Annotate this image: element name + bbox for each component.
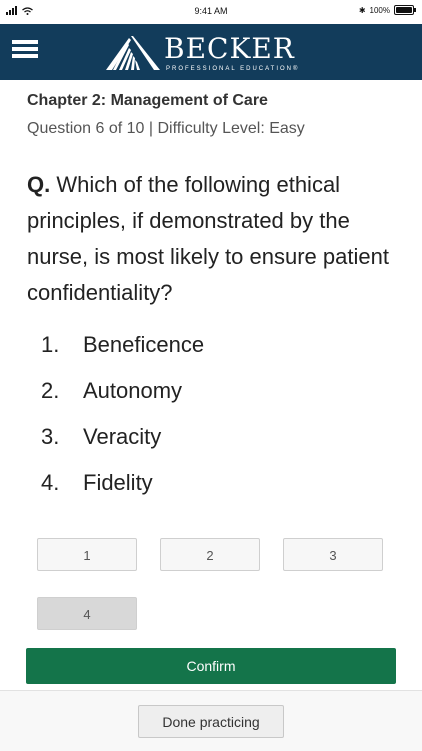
answer-list: 1. Beneficence 2. Autonomy 3. Veracity 4…: [41, 322, 204, 506]
choice-button-2[interactable]: 2: [160, 538, 260, 571]
answer-item: 3. Veracity: [41, 414, 204, 460]
answer-item: 2. Autonomy: [41, 368, 204, 414]
logo-mark-icon: [106, 36, 160, 70]
brand-name: BECKER: [164, 32, 295, 65]
battery-icon: [394, 5, 416, 15]
footer-bar: Done practicing: [0, 690, 422, 751]
bluetooth-icon: ✱: [358, 5, 366, 15]
answer-number: 4.: [41, 470, 60, 495]
question-body: Which of the following ethical principle…: [27, 172, 389, 305]
answer-text: Autonomy: [83, 378, 183, 403]
done-practicing-button[interactable]: Done practicing: [138, 705, 284, 738]
question-prefix: Q.: [27, 172, 51, 197]
status-bar: 9:41 AM ✱ 100%: [0, 0, 422, 24]
choice-button-4[interactable]: 4: [37, 597, 137, 630]
status-right: ✱ 100%: [358, 5, 416, 15]
battery-percent: 100%: [369, 5, 390, 15]
answer-number: 2.: [41, 378, 60, 403]
choice-button-3[interactable]: 3: [283, 538, 383, 571]
question-text: Q. Which of the following ethical princi…: [27, 167, 397, 311]
brand-tagline: PROFESSIONAL EDUCATION®: [166, 66, 300, 72]
answer-item: 1. Beneficence: [41, 322, 204, 368]
answer-text: Veracity: [83, 424, 162, 449]
answer-number: 1.: [41, 332, 60, 357]
becker-logo: BECKER PROFESSIONAL EDUCATION®: [102, 32, 324, 76]
answer-item: 4. Fidelity: [41, 460, 204, 506]
answer-text: Beneficence: [83, 332, 205, 357]
answer-text: Fidelity: [83, 470, 153, 495]
question-meta: Question 6 of 10 | Difficulty Level: Eas…: [27, 120, 305, 137]
answer-number: 3.: [41, 424, 60, 449]
menu-icon[interactable]: [12, 40, 38, 62]
app-header: BECKER PROFESSIONAL EDUCATION®: [0, 24, 422, 80]
confirm-button[interactable]: Confirm: [26, 648, 396, 684]
chapter-title: Chapter 2: Management of Care: [27, 92, 268, 109]
choice-button-1[interactable]: 1: [37, 538, 137, 571]
